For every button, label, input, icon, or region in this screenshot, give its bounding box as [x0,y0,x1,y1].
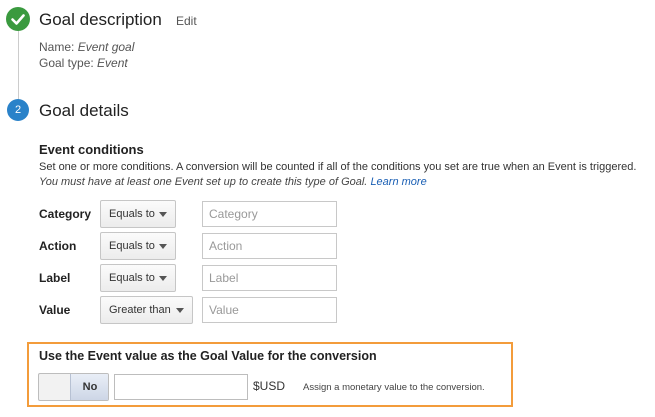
chevron-down-icon [159,212,167,217]
chevron-down-icon [159,276,167,281]
goal-type-line: Goal type: Event [39,56,128,70]
goal-name-label: Name: [39,40,75,54]
category-input[interactable]: Category [202,201,337,227]
goal-type-label: Goal type: [39,56,94,70]
goal-name-value: Event goal [77,40,135,54]
edit-link[interactable]: Edit [176,14,197,28]
label-label: Label [39,271,71,285]
event-conditions-requirement: You must have at least one Event set up … [39,176,427,188]
goal-type-value: Event [97,56,128,70]
goal-description-title: Goal description [39,10,162,29]
chevron-down-icon [159,244,167,249]
step-number-badge: 2 [7,99,29,121]
goal-value-title: Use the Event value as the Goal Value fo… [39,349,377,363]
requirement-text: You must have at least one Event set up … [39,176,368,188]
event-conditions-title: Event conditions [39,142,144,157]
goal-value-hint: Assign a monetary value to the conversio… [303,382,485,393]
step-connector-line [18,30,19,105]
event-conditions-description: Set one or more conditions. A conversion… [39,161,637,173]
learn-more-link[interactable]: Learn more [370,176,426,188]
goal-name-line: Name: Event goal [39,40,134,54]
label-operator-select[interactable]: Equals to [100,264,176,292]
category-label: Category [39,207,92,221]
category-operator-value: Equals to [109,208,155,220]
chevron-down-icon [176,308,184,313]
goal-details-title: Goal details [39,101,129,120]
label-operator-value: Equals to [109,272,155,284]
value-label: Value [39,303,71,317]
value-operator-select[interactable]: Greater than [100,296,193,324]
action-input[interactable]: Action [202,233,337,259]
category-operator-select[interactable]: Equals to [100,200,176,228]
label-input[interactable]: Label [202,265,337,291]
action-operator-value: Equals to [109,240,155,252]
check-icon [6,7,30,31]
value-operator-value: Greater than [109,304,171,316]
goal-value-input[interactable] [114,374,248,400]
action-label: Action [39,239,77,253]
value-input[interactable]: Value [202,297,337,323]
goal-value-toggle[interactable]: No [38,373,109,401]
toggle-no-label: No [70,374,108,400]
currency-label: $USD [253,379,286,393]
action-operator-select[interactable]: Equals to [100,232,176,260]
